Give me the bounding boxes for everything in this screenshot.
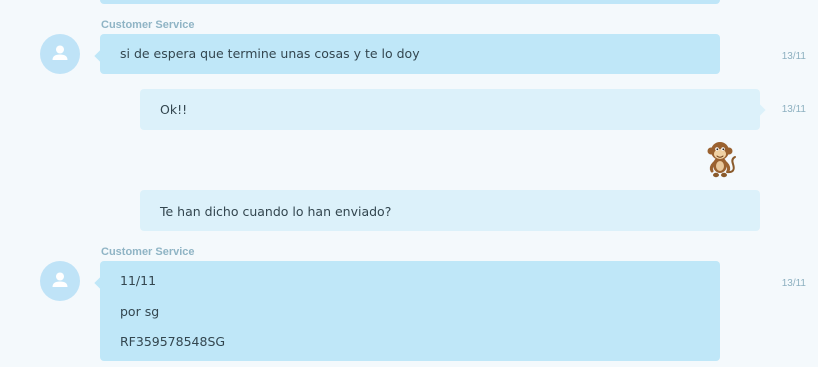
avatar	[40, 34, 80, 74]
message-line: por sg	[120, 304, 160, 319]
message-bubble[interactable]: 11/11 por sg RF359578548SG	[100, 261, 720, 361]
message-bubble[interactable]: Ok!!	[140, 89, 760, 130]
message-timestamp: 13/11	[781, 278, 806, 289]
chat-conversation: Customer Service si de espera que termin…	[0, 0, 818, 367]
message-line: 11/11	[120, 273, 157, 288]
message-bubble[interactable]: Te han dicho cuando lo han enviado?	[140, 190, 760, 231]
user-icon	[52, 45, 68, 60]
monkey-sticker-icon[interactable]	[700, 139, 742, 181]
message-text: si de espera que termine unas cosas y te…	[120, 46, 420, 61]
avatar	[40, 261, 80, 301]
user-icon	[52, 272, 68, 287]
previous-message-bubble	[100, 0, 720, 4]
message-bubble[interactable]: si de espera que termine unas cosas y te…	[100, 34, 720, 74]
sender-name: Customer Service	[101, 246, 195, 258]
message-line: RF359578548SG	[120, 334, 226, 349]
message-timestamp: 13/11	[781, 51, 806, 62]
message-text: Ok!!	[160, 102, 188, 117]
message-timestamp: 13/11	[781, 104, 806, 115]
message-text: Te han dicho cuando lo han enviado?	[160, 204, 392, 219]
sender-name: Customer Service	[101, 19, 195, 31]
